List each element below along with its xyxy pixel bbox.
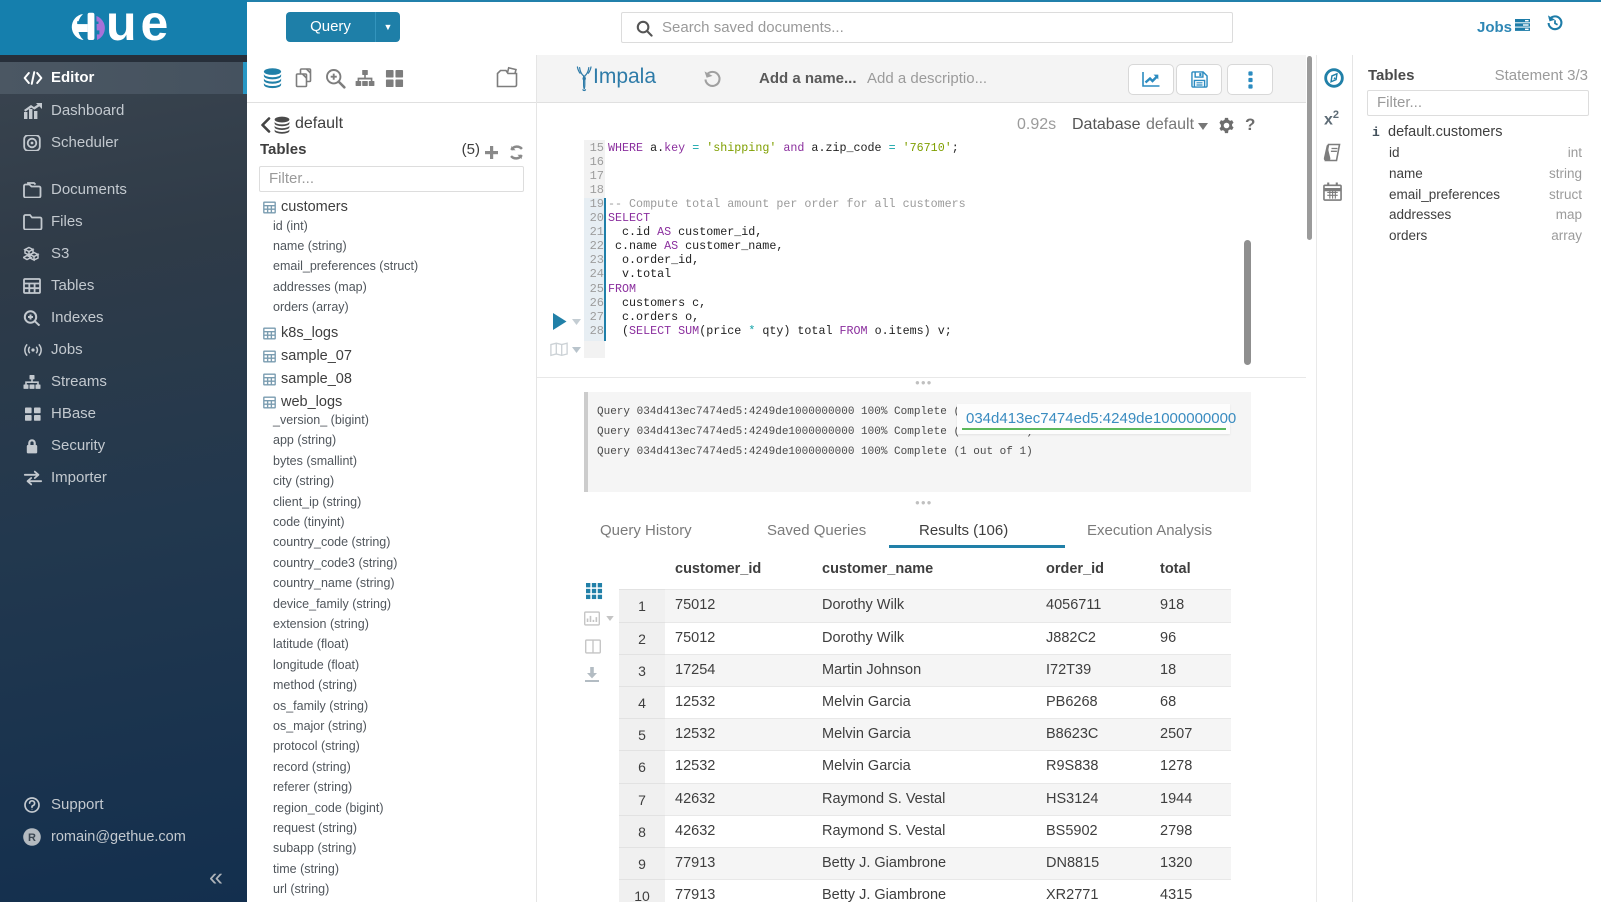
svg-text:R: R [28, 832, 36, 844]
svg-text:ue: ue [106, 9, 172, 45]
